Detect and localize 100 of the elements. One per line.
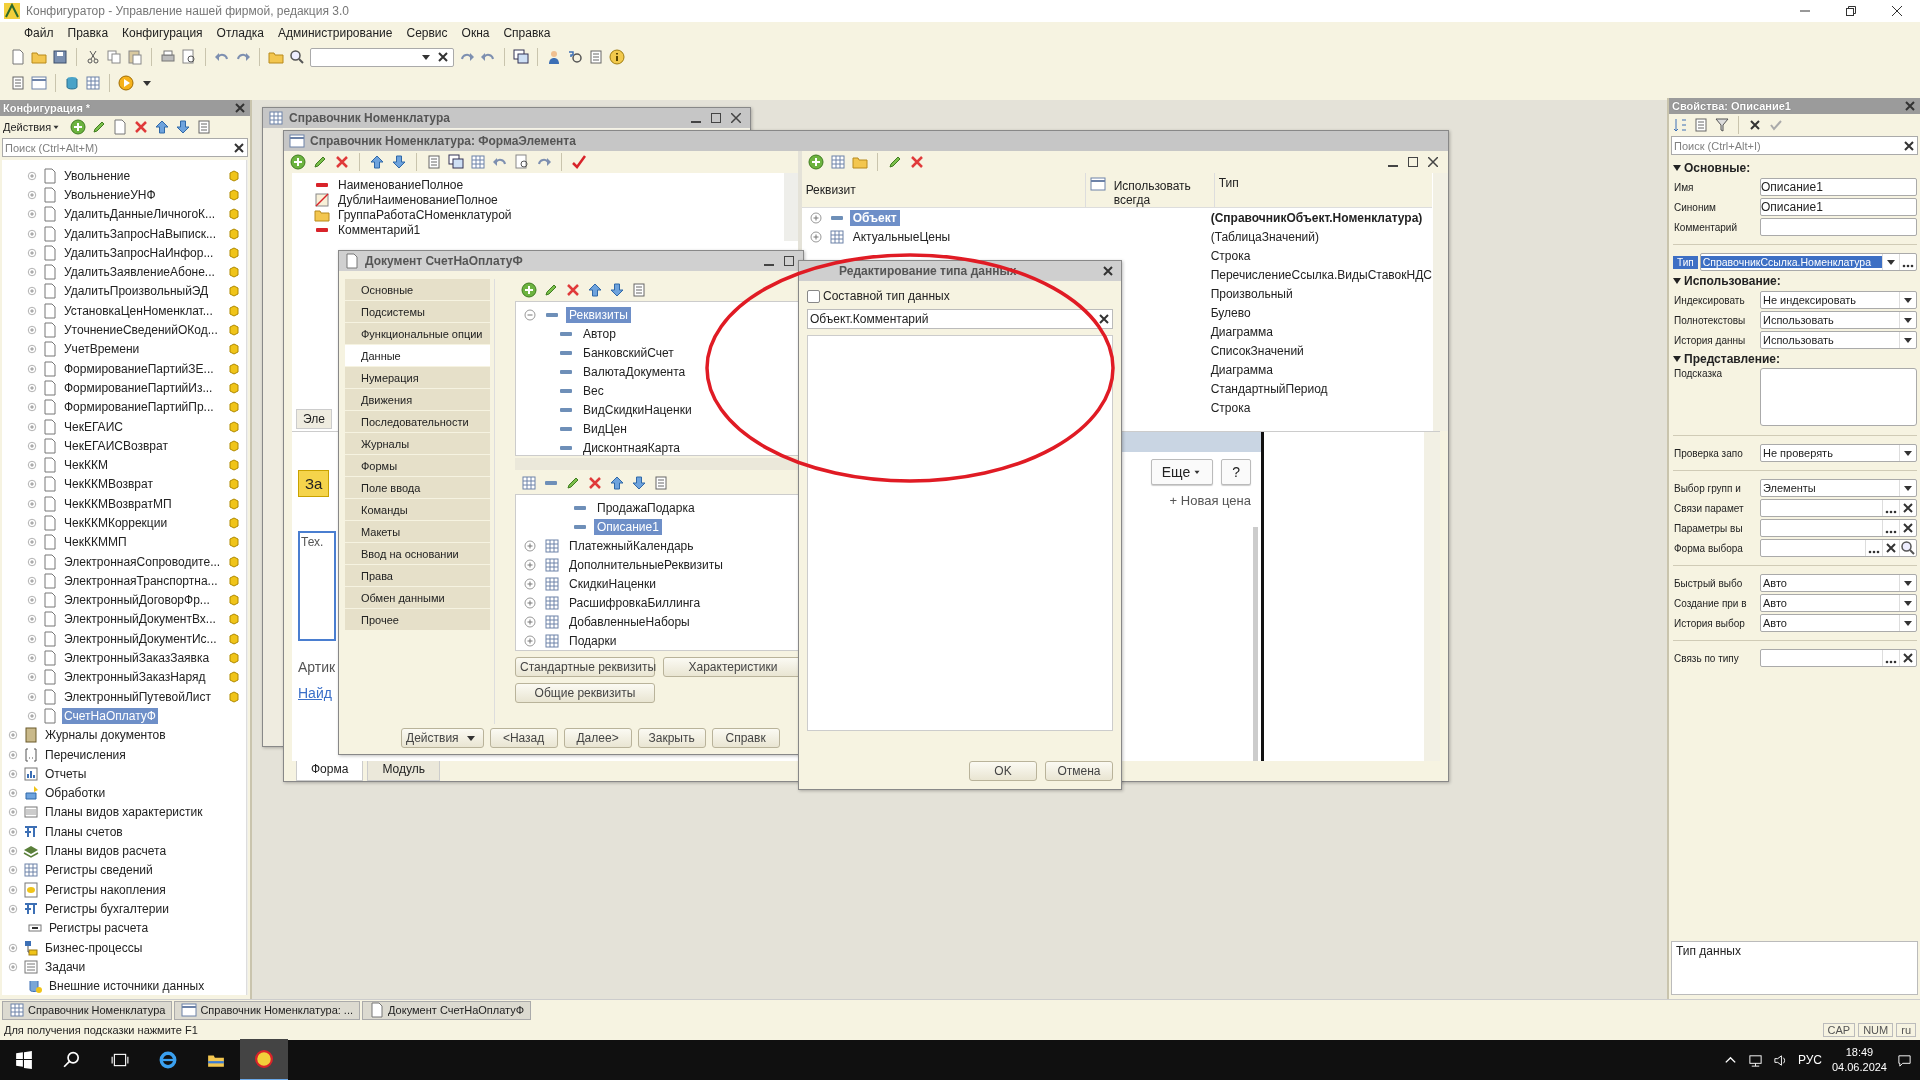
move-down-icon[interactable] bbox=[609, 282, 625, 298]
nav-item[interactable]: Основные bbox=[345, 279, 490, 301]
edit-icon[interactable] bbox=[312, 154, 328, 170]
scrollbar[interactable] bbox=[783, 173, 798, 241]
menu-item[interactable]: Конфигурация bbox=[122, 26, 203, 40]
move-up-icon[interactable] bbox=[587, 282, 603, 298]
property-picker[interactable] bbox=[1760, 539, 1917, 557]
nav-item[interactable]: Ввод на основании bbox=[345, 543, 490, 565]
nav-item[interactable]: Прочее bbox=[345, 609, 490, 631]
type-select[interactable]: СправочникСсылка.Номенклатура bbox=[1699, 253, 1917, 271]
window-tab[interactable]: Документ СчетНаОплатуФ bbox=[362, 1000, 532, 1020]
tree-item[interactable]: Регистры накопления bbox=[43, 881, 168, 898]
expand-icon[interactable] bbox=[522, 575, 538, 592]
button[interactable]: Отмена bbox=[1045, 761, 1113, 781]
button[interactable]: Далее> bbox=[563, 728, 632, 748]
tree-item[interactable]: ПродажаПодарка bbox=[594, 499, 698, 516]
collapse-triangle-icon[interactable] bbox=[1673, 164, 1681, 172]
add-icon[interactable] bbox=[290, 154, 306, 170]
delete-icon[interactable] bbox=[133, 119, 150, 135]
button[interactable]: Справк bbox=[711, 728, 780, 748]
nav-item[interactable]: Команды bbox=[345, 499, 490, 521]
move-down-icon[interactable] bbox=[175, 119, 192, 135]
menu-item[interactable]: Сервис bbox=[406, 26, 448, 40]
check-icon[interactable] bbox=[571, 154, 587, 170]
nav-item[interactable]: Нумерация bbox=[345, 367, 490, 389]
tree-item[interactable]: ЭлектронныйПутевойЛист bbox=[62, 688, 214, 705]
preview-button[interactable]: За bbox=[298, 470, 330, 497]
run-icon[interactable] bbox=[118, 75, 134, 91]
tree-item[interactable]: НаименованиеПолное bbox=[336, 176, 466, 193]
tree-item[interactable]: УвольнениеУНФ bbox=[62, 186, 158, 203]
tree-item[interactable]: УдалитьЗапросНаИнфор... bbox=[62, 244, 216, 261]
scrollbar[interactable] bbox=[1433, 173, 1448, 431]
tree-item[interactable]: ЧекККМВозврат bbox=[62, 476, 155, 493]
tree-item[interactable]: УчетВремени bbox=[62, 341, 142, 358]
add-price-link[interactable]: + Новая цена bbox=[1169, 493, 1251, 508]
window-tab[interactable]: Справочник Номенклатура: ... bbox=[174, 1000, 361, 1020]
tree-item[interactable]: ПлатежныйКалендарь bbox=[566, 537, 697, 554]
property-select[interactable]: Использовать bbox=[1760, 311, 1917, 329]
tab[interactable]: Модуль bbox=[367, 761, 440, 781]
tree-item[interactable]: ВидЦен bbox=[580, 420, 630, 437]
tree-item[interactable]: Регистры сведений bbox=[43, 862, 155, 879]
maximize-icon[interactable] bbox=[1408, 157, 1418, 167]
nav-item[interactable]: Поле ввода bbox=[345, 477, 490, 499]
tree-item[interactable]: ФормированиеПартийИз... bbox=[62, 379, 215, 396]
list-icon[interactable] bbox=[631, 282, 647, 298]
nav-item[interactable]: Журналы bbox=[345, 433, 490, 455]
move-up-icon[interactable] bbox=[609, 475, 625, 491]
nav-item[interactable]: Обмен данными bbox=[345, 587, 490, 609]
preview-icon[interactable] bbox=[514, 154, 530, 170]
windows-icon[interactable] bbox=[513, 49, 529, 65]
tree-item[interactable]: Увольнение bbox=[62, 167, 133, 184]
tree-item[interactable]: ФормированиеПартийПр... bbox=[62, 399, 216, 416]
tree-item[interactable]: Перечисления bbox=[43, 746, 128, 763]
button[interactable]: Общие реквизиты bbox=[515, 683, 655, 703]
tooltip-text-area[interactable] bbox=[1760, 368, 1917, 426]
tree-item[interactable]: ЧекККМКоррекции bbox=[62, 515, 170, 531]
tree-item[interactable]: ЧекККМВозвратМП bbox=[62, 495, 174, 512]
tree-item[interactable]: ЧекЕГАИСВозврат bbox=[62, 437, 170, 454]
nav-item[interactable]: Движения bbox=[345, 389, 490, 411]
edit-icon[interactable] bbox=[565, 475, 581, 491]
expand-icon[interactable] bbox=[522, 613, 538, 630]
tree-item[interactable]: Журналы документов bbox=[43, 727, 168, 744]
help-button[interactable]: ? bbox=[1221, 459, 1251, 485]
tree-item[interactable]: ВидСкидкиНаценки bbox=[580, 401, 695, 418]
property-select[interactable]: Авто bbox=[1760, 594, 1917, 612]
menu-item[interactable]: Окна bbox=[461, 26, 490, 40]
tree-item[interactable]: УдалитьЗапросНаВыписк... bbox=[62, 225, 218, 242]
tab[interactable]: Форма bbox=[296, 761, 364, 781]
open-folder-icon[interactable] bbox=[31, 49, 47, 65]
expand-icon[interactable] bbox=[522, 594, 538, 611]
tree-item[interactable]: ЭлектронныйДокументИс... bbox=[62, 630, 219, 647]
delete-icon[interactable] bbox=[565, 282, 581, 298]
tree-item[interactable]: ДополнительныеРеквизиты bbox=[566, 556, 726, 573]
paste-icon[interactable] bbox=[127, 49, 143, 65]
collapse-triangle-icon[interactable] bbox=[1673, 277, 1681, 285]
tree-item[interactable]: РасшифровкаБиллинга bbox=[566, 594, 704, 611]
new-document-icon[interactable] bbox=[10, 49, 26, 65]
property-select[interactable]: Авто bbox=[1760, 574, 1917, 592]
property-select[interactable]: Авто bbox=[1760, 614, 1917, 632]
tree-item[interactable]: СкидкиНаценки bbox=[566, 575, 659, 592]
add-attribute-icon[interactable] bbox=[807, 154, 824, 170]
table-cell[interactable]: АктуальныеЦены bbox=[849, 228, 954, 245]
search-icon[interactable] bbox=[289, 49, 305, 65]
tree-item[interactable]: Обработки bbox=[43, 785, 108, 802]
tree-item[interactable]: Бизнес-процессы bbox=[43, 939, 145, 956]
preview-link[interactable]: Найд bbox=[298, 685, 332, 701]
restore-icon[interactable] bbox=[1846, 6, 1856, 16]
tree-item[interactable]: ЭлектронныйДоговорФр... bbox=[62, 592, 212, 609]
tree-item[interactable]: ЧекЕГАИС bbox=[62, 418, 125, 435]
move-down-icon[interactable] bbox=[631, 475, 647, 491]
tree-item[interactable]: Автор bbox=[580, 325, 619, 342]
expand-icon[interactable] bbox=[522, 556, 538, 573]
move-up-icon[interactable] bbox=[154, 119, 171, 135]
add-icon[interactable] bbox=[521, 282, 537, 298]
list-icon[interactable] bbox=[196, 119, 213, 135]
tree-item[interactable]: УдалитьЗаявлениеАбоне... bbox=[62, 264, 217, 281]
tree-item[interactable]: ЭлектроннаяТранспортна... bbox=[62, 572, 220, 589]
tree-item[interactable]: Регистры бухгалтерии bbox=[43, 900, 171, 917]
nav-item[interactable]: Функциональные опции bbox=[345, 323, 490, 345]
tree-item[interactable]: Отчеты bbox=[43, 765, 89, 782]
